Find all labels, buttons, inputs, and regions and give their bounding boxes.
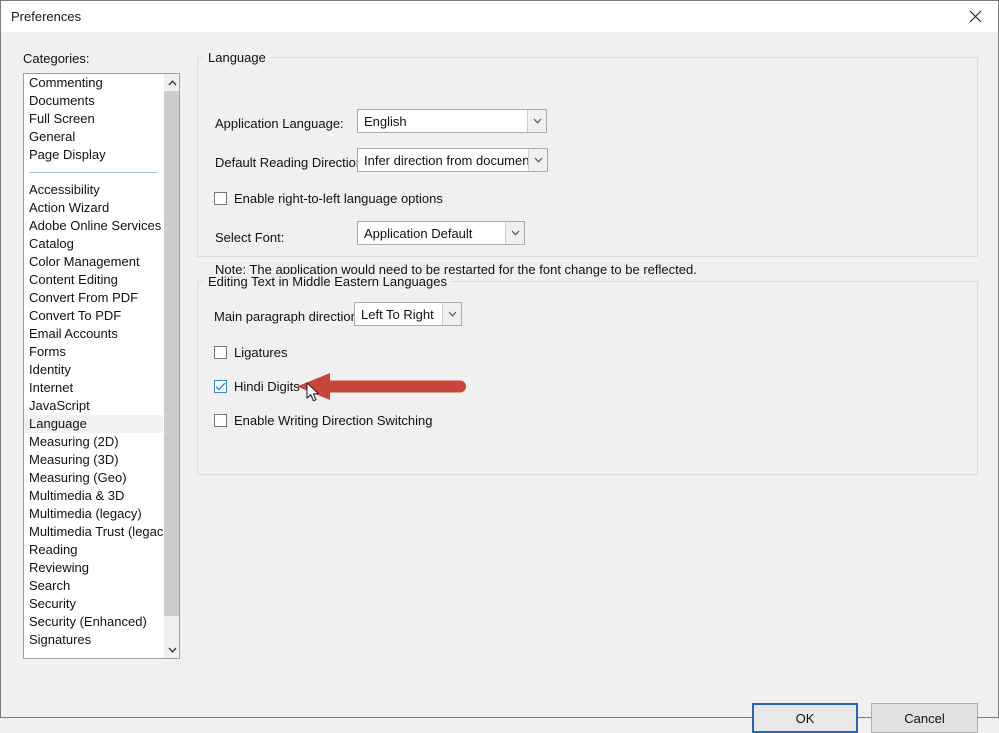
writing-direction-switching-checkbox[interactable] (214, 414, 227, 427)
sidebar-item-color-management[interactable]: Color Management (24, 253, 163, 271)
sidebar-item-measuring-geo[interactable]: Measuring (Geo) (24, 469, 163, 487)
sidebar-item-content-editing[interactable]: Content Editing (24, 271, 163, 289)
default-reading-direction-label: Default Reading Direction: (215, 155, 367, 170)
scrollbar-thumb[interactable] (164, 91, 179, 616)
main-paragraph-direction-select[interactable]: Left To Right (354, 302, 462, 326)
sidebar-item-documents[interactable]: Documents (24, 92, 163, 110)
ligatures-checkbox[interactable] (214, 346, 227, 359)
enable-rtl-checkbox[interactable] (214, 192, 227, 205)
category-listbox[interactable]: Commenting Documents Full Screen General Pag… (23, 73, 180, 659)
sidebar-item-reading[interactable]: Reading (24, 541, 163, 559)
default-reading-direction-value: Infer direction from document (364, 152, 528, 168)
title-bar: Preferences (1, 1, 998, 32)
scroll-down-icon[interactable] (164, 641, 179, 658)
hindi-digits-checkbox-row[interactable]: Hindi Digits (214, 379, 300, 394)
ligatures-label: Ligatures (234, 345, 288, 360)
sidebar-item-catalog[interactable]: Catalog (24, 235, 163, 253)
sidebar-item-multimedia-trust-legacy[interactable]: Multimedia Trust (legacy) (24, 523, 163, 541)
sidebar-item-security[interactable]: Security (24, 595, 163, 613)
sidebar-item-commenting[interactable]: Commenting (24, 74, 163, 92)
category-separator (24, 164, 163, 181)
sidebar-item-convert-from-pdf[interactable]: Convert From PDF (24, 289, 163, 307)
sidebar-item-search[interactable]: Search (24, 577, 163, 595)
chevron-down-icon (505, 222, 524, 244)
select-font-select[interactable]: Application Default (357, 221, 525, 245)
dialog-body: Categories: Commenting Documents Full Scre… (1, 32, 998, 733)
main-paragraph-direction-value: Left To Right (361, 306, 434, 322)
sidebar-item-measuring-3d[interactable]: Measuring (3D) (24, 451, 163, 469)
hindi-digits-label: Hindi Digits (234, 379, 300, 394)
category-list: Commenting Documents Full Screen General Pag… (24, 74, 163, 658)
category-scrollbar[interactable] (163, 74, 179, 658)
sidebar-item-signatures[interactable]: Signatures (24, 631, 163, 649)
cancel-button[interactable]: Cancel (871, 703, 978, 733)
categories-label: Categories: (23, 51, 90, 66)
sidebar-item-email-accounts[interactable]: Email Accounts (24, 325, 163, 343)
sidebar-item-general[interactable]: General (24, 128, 163, 146)
window-title: Preferences (11, 9, 82, 24)
select-font-value: Application Default (364, 225, 473, 241)
sidebar-item-adobe-online-services[interactable]: Adobe Online Services (24, 217, 163, 235)
writing-direction-switching-label: Enable Writing Direction Switching (234, 413, 433, 428)
select-font-label: Select Font: (215, 230, 285, 245)
enable-rtl-label: Enable right-to-left language options (234, 191, 443, 206)
chevron-down-icon (442, 303, 461, 325)
sidebar-item-full-screen[interactable]: Full Screen (24, 110, 163, 128)
sidebar-item-action-wizard[interactable]: Action Wizard (24, 199, 163, 217)
preferences-dialog: Preferences Categories: Commenting Docume… (0, 0, 999, 733)
checkmark-icon (215, 382, 226, 391)
ok-button-label: OK (795, 710, 815, 726)
close-icon[interactable] (952, 1, 998, 32)
main-paragraph-direction-label: Main paragraph direction: (214, 309, 362, 324)
sidebar-item-measuring-2d[interactable]: Measuring (2D) (24, 433, 163, 451)
enable-rtl-checkbox-row[interactable]: Enable right-to-left language options (214, 191, 443, 206)
application-language-label: Application Language: (215, 116, 344, 131)
language-groupbox-title: Language (204, 50, 270, 65)
chevron-down-icon (528, 149, 547, 171)
scroll-up-icon[interactable] (164, 74, 179, 91)
ligatures-checkbox-row[interactable]: Ligatures (214, 345, 287, 360)
chevron-down-icon (527, 110, 546, 132)
middle-eastern-groupbox-title: Editing Text in Middle Eastern Languages (204, 274, 451, 289)
sidebar-item-multimedia-legacy[interactable]: Multimedia (legacy) (24, 505, 163, 523)
sidebar-item-language[interactable]: Language (24, 415, 163, 433)
sidebar-item-reviewing[interactable]: Reviewing (24, 559, 163, 577)
sidebar-item-forms[interactable]: Forms (24, 343, 163, 361)
ok-button[interactable]: OK (752, 703, 858, 733)
sidebar-item-security-enhanced[interactable]: Security (Enhanced) (24, 613, 163, 631)
sidebar-item-identity[interactable]: Identity (24, 361, 163, 379)
sidebar-item-page-display[interactable]: Page Display (24, 146, 163, 164)
default-reading-direction-select[interactable]: Infer direction from document (357, 148, 548, 172)
hindi-digits-checkbox[interactable] (214, 380, 227, 393)
sidebar-item-multimedia-3d[interactable]: Multimedia & 3D (24, 487, 163, 505)
sidebar-item-accessibility[interactable]: Accessibility (24, 181, 163, 199)
sidebar-item-javascript[interactable]: JavaScript (24, 397, 163, 415)
cancel-button-label: Cancel (904, 710, 945, 726)
writing-direction-switching-checkbox-row[interactable]: Enable Writing Direction Switching (214, 413, 432, 428)
application-language-select[interactable]: English (357, 109, 547, 133)
application-language-value: English (364, 113, 407, 129)
sidebar-item-convert-to-pdf[interactable]: Convert To PDF (24, 307, 163, 325)
sidebar-item-internet[interactable]: Internet (24, 379, 163, 397)
